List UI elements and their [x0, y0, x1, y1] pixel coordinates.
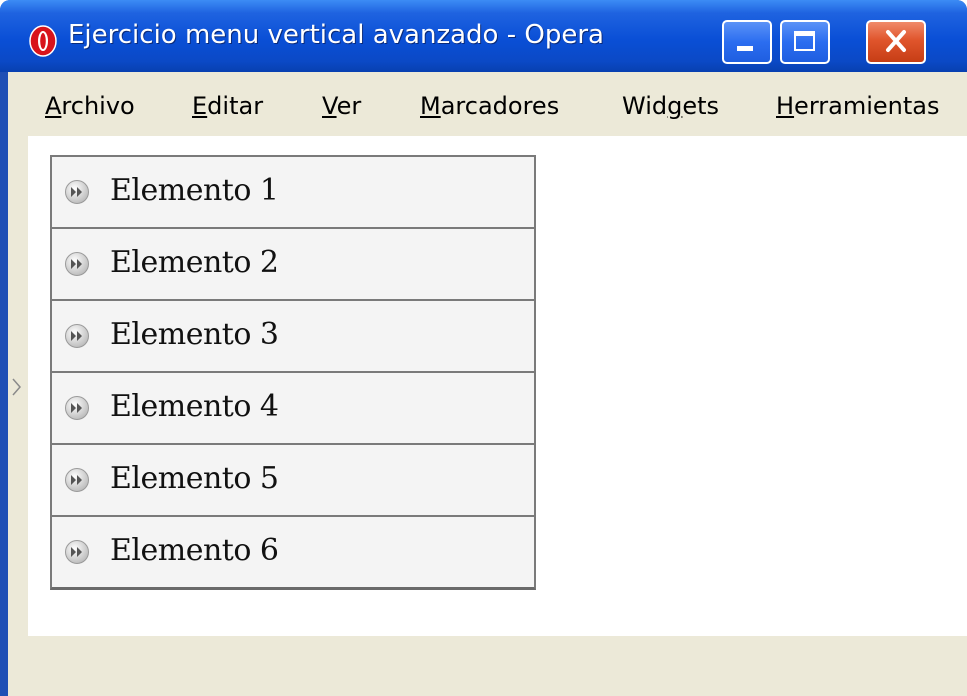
fast-forward-bullet-icon — [65, 180, 89, 204]
close-button[interactable] — [866, 20, 926, 64]
fast-forward-bullet-icon — [65, 324, 89, 348]
panel-expand-arrow-icon[interactable] — [12, 376, 22, 398]
vertical-menu-item[interactable]: Elemento 3 — [52, 301, 534, 373]
menu-herramientas[interactable]: Herramientas — [776, 92, 939, 120]
close-icon — [886, 30, 906, 52]
browser-window: Ejercicio menu vertical avanzado - Opera… — [0, 0, 967, 696]
vertical-menu-item-label: Elemento 5 — [110, 461, 279, 496]
vertical-menu-item[interactable]: Elemento 6 — [52, 517, 534, 587]
vertical-menu-item[interactable]: Elemento 5 — [52, 445, 534, 517]
menu-ver[interactable]: Ver — [322, 92, 361, 120]
menu-bar: Archivo Editar Ver Marcadores Widgets He… — [8, 72, 967, 136]
minimize-button[interactable] — [722, 20, 772, 64]
menu-widgets[interactable]: Widgets — [622, 92, 719, 120]
title-bar[interactable]: Ejercicio menu vertical avanzado - Opera — [0, 0, 967, 72]
vertical-menu: Elemento 1 Elemento 2 Elemento 3 Element… — [50, 155, 536, 590]
vertical-menu-item[interactable]: Elemento 4 — [52, 373, 534, 445]
fast-forward-bullet-icon — [65, 252, 89, 276]
vertical-menu-item[interactable]: Elemento 1 — [52, 157, 534, 229]
fast-forward-bullet-icon — [65, 540, 89, 564]
maximize-button[interactable] — [780, 20, 830, 64]
fast-forward-bullet-icon — [65, 396, 89, 420]
vertical-menu-item-label: Elemento 2 — [110, 245, 279, 280]
vertical-menu-item-label: Elemento 3 — [110, 317, 279, 352]
fast-forward-bullet-icon — [65, 468, 89, 492]
status-bar — [8, 636, 967, 696]
minimize-icon — [737, 46, 753, 51]
menu-marcadores[interactable]: Marcadores — [420, 92, 559, 120]
opera-logo-icon — [29, 25, 57, 57]
vertical-menu-item[interactable]: Elemento 2 — [52, 229, 534, 301]
maximize-icon — [794, 31, 815, 51]
window-title: Ejercicio menu vertical avanzado - Opera — [68, 20, 604, 50]
vertical-menu-item-label: Elemento 6 — [110, 533, 279, 568]
menu-editar[interactable]: Editar — [192, 92, 263, 120]
vertical-menu-item-label: Elemento 4 — [110, 389, 279, 424]
menu-archivo[interactable]: Archivo — [45, 92, 135, 120]
vertical-menu-item-label: Elemento 1 — [110, 173, 279, 208]
